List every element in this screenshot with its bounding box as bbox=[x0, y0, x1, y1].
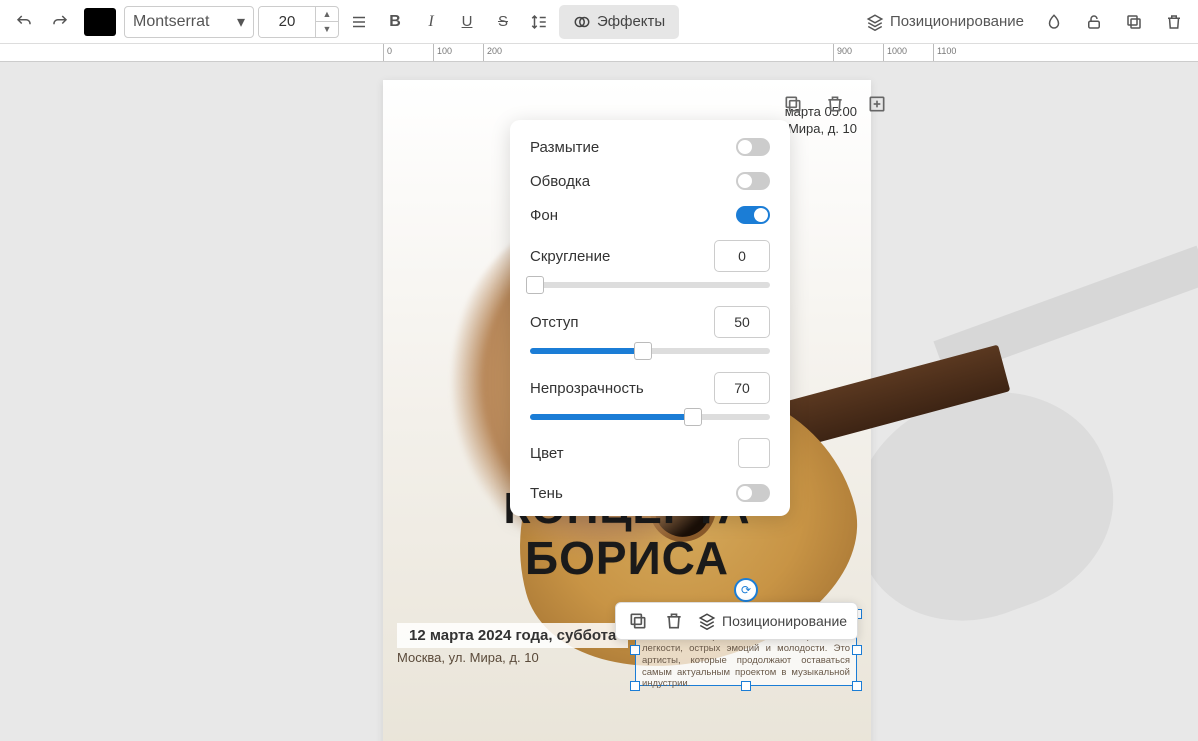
page-duplicate-button[interactable] bbox=[783, 94, 807, 118]
resize-handle-mr[interactable] bbox=[852, 645, 862, 655]
positioning-button[interactable]: Позиционирование bbox=[860, 9, 1030, 35]
opacity-label: Непрозрачность bbox=[530, 380, 644, 397]
effects-label: Эффекты bbox=[597, 13, 665, 30]
font-size-down[interactable]: ▼ bbox=[316, 22, 338, 37]
date-box[interactable]: 12 марта 2024 года, суббота bbox=[397, 623, 628, 648]
shadow-label: Тень bbox=[530, 485, 563, 502]
ruler-tick: 1000 bbox=[883, 44, 907, 62]
ruler-tick: 0 bbox=[383, 44, 392, 62]
align-button[interactable] bbox=[343, 6, 375, 38]
lock-button[interactable] bbox=[1078, 6, 1110, 38]
blur-toggle[interactable] bbox=[736, 138, 770, 156]
font-size-up[interactable]: ▲ bbox=[316, 7, 338, 22]
layers-icon bbox=[866, 13, 884, 31]
underline-button[interactable]: U bbox=[451, 6, 483, 38]
layers-icon bbox=[698, 612, 716, 630]
font-family-value: Montserrat bbox=[133, 13, 209, 31]
italic-button[interactable]: I bbox=[415, 6, 447, 38]
undo-button[interactable] bbox=[8, 6, 40, 38]
ruler-tick: 900 bbox=[833, 44, 852, 62]
background-label: Фон bbox=[530, 207, 558, 224]
padding-label: Отступ bbox=[530, 314, 579, 331]
opacity-button[interactable] bbox=[1038, 6, 1070, 38]
positioning-label: Позиционирование bbox=[890, 13, 1024, 30]
chevron-down-icon: ▾ bbox=[237, 12, 245, 32]
effects-icon bbox=[573, 13, 591, 31]
rounding-slider[interactable] bbox=[530, 282, 770, 288]
resize-handle-bm[interactable] bbox=[741, 681, 751, 691]
page-action-bar bbox=[783, 94, 891, 118]
effects-button[interactable]: Эффекты bbox=[559, 5, 679, 39]
color-label: Цвет bbox=[530, 445, 564, 462]
font-family-select[interactable]: Montserrat ▾ bbox=[124, 6, 254, 38]
stroke-label: Обводка bbox=[530, 173, 590, 190]
ruler-tick: 100 bbox=[433, 44, 452, 62]
redo-button[interactable] bbox=[44, 6, 76, 38]
ruler-tick: 1100 bbox=[933, 44, 956, 62]
padding-slider[interactable] bbox=[530, 348, 770, 354]
resize-handle-bl[interactable] bbox=[630, 681, 640, 691]
blur-label: Размытие bbox=[530, 139, 599, 156]
duplicate-button[interactable] bbox=[1118, 6, 1150, 38]
selection-context-bar: Позиционирование bbox=[615, 602, 858, 640]
top-toolbar: Montserrat ▾ ▲ ▼ B I U S Эффекты Позицио… bbox=[0, 0, 1198, 44]
font-size-input[interactable] bbox=[259, 7, 315, 37]
page-add-button[interactable] bbox=[867, 94, 891, 118]
ruler-tick: 200 bbox=[483, 44, 502, 62]
line-height-button[interactable] bbox=[523, 6, 555, 38]
color-picker[interactable] bbox=[738, 438, 770, 468]
bold-button[interactable]: B bbox=[379, 6, 411, 38]
shadow-toggle[interactable] bbox=[736, 484, 770, 502]
rounding-input[interactable] bbox=[714, 240, 770, 272]
background-toggle[interactable] bbox=[736, 206, 770, 224]
font-size-group: ▲ ▼ bbox=[258, 6, 339, 38]
strikethrough-button[interactable]: S bbox=[487, 6, 519, 38]
text-color-swatch[interactable] bbox=[84, 8, 116, 36]
opacity-input[interactable] bbox=[714, 372, 770, 404]
ctx-positioning-button[interactable]: Позиционирование bbox=[698, 612, 847, 630]
canvas-area[interactable]: марта 05:00 Мира, д. 10 КОНЦЕРТА БОРИСА … bbox=[0, 62, 1198, 741]
stroke-toggle[interactable] bbox=[736, 172, 770, 190]
resize-handle-ml[interactable] bbox=[630, 645, 640, 655]
opacity-slider[interactable] bbox=[530, 414, 770, 420]
padding-input[interactable] bbox=[714, 306, 770, 338]
rounding-label: Скругление bbox=[530, 248, 610, 265]
delete-button[interactable] bbox=[1158, 6, 1190, 38]
horizontal-ruler: 0 100 200 900 1000 1100 bbox=[0, 44, 1198, 62]
resize-handle-br[interactable] bbox=[852, 681, 862, 691]
ctx-delete-button[interactable] bbox=[662, 609, 686, 633]
ctx-duplicate-button[interactable] bbox=[626, 609, 650, 633]
page-delete-button[interactable] bbox=[825, 94, 849, 118]
address-text[interactable]: Москва, ул. Мира, д. 10 bbox=[397, 650, 539, 665]
rotate-handle[interactable]: ⟳ bbox=[734, 578, 758, 602]
effects-panel: Размытие Обводка Фон Скругление Отступ Н… bbox=[510, 120, 790, 516]
